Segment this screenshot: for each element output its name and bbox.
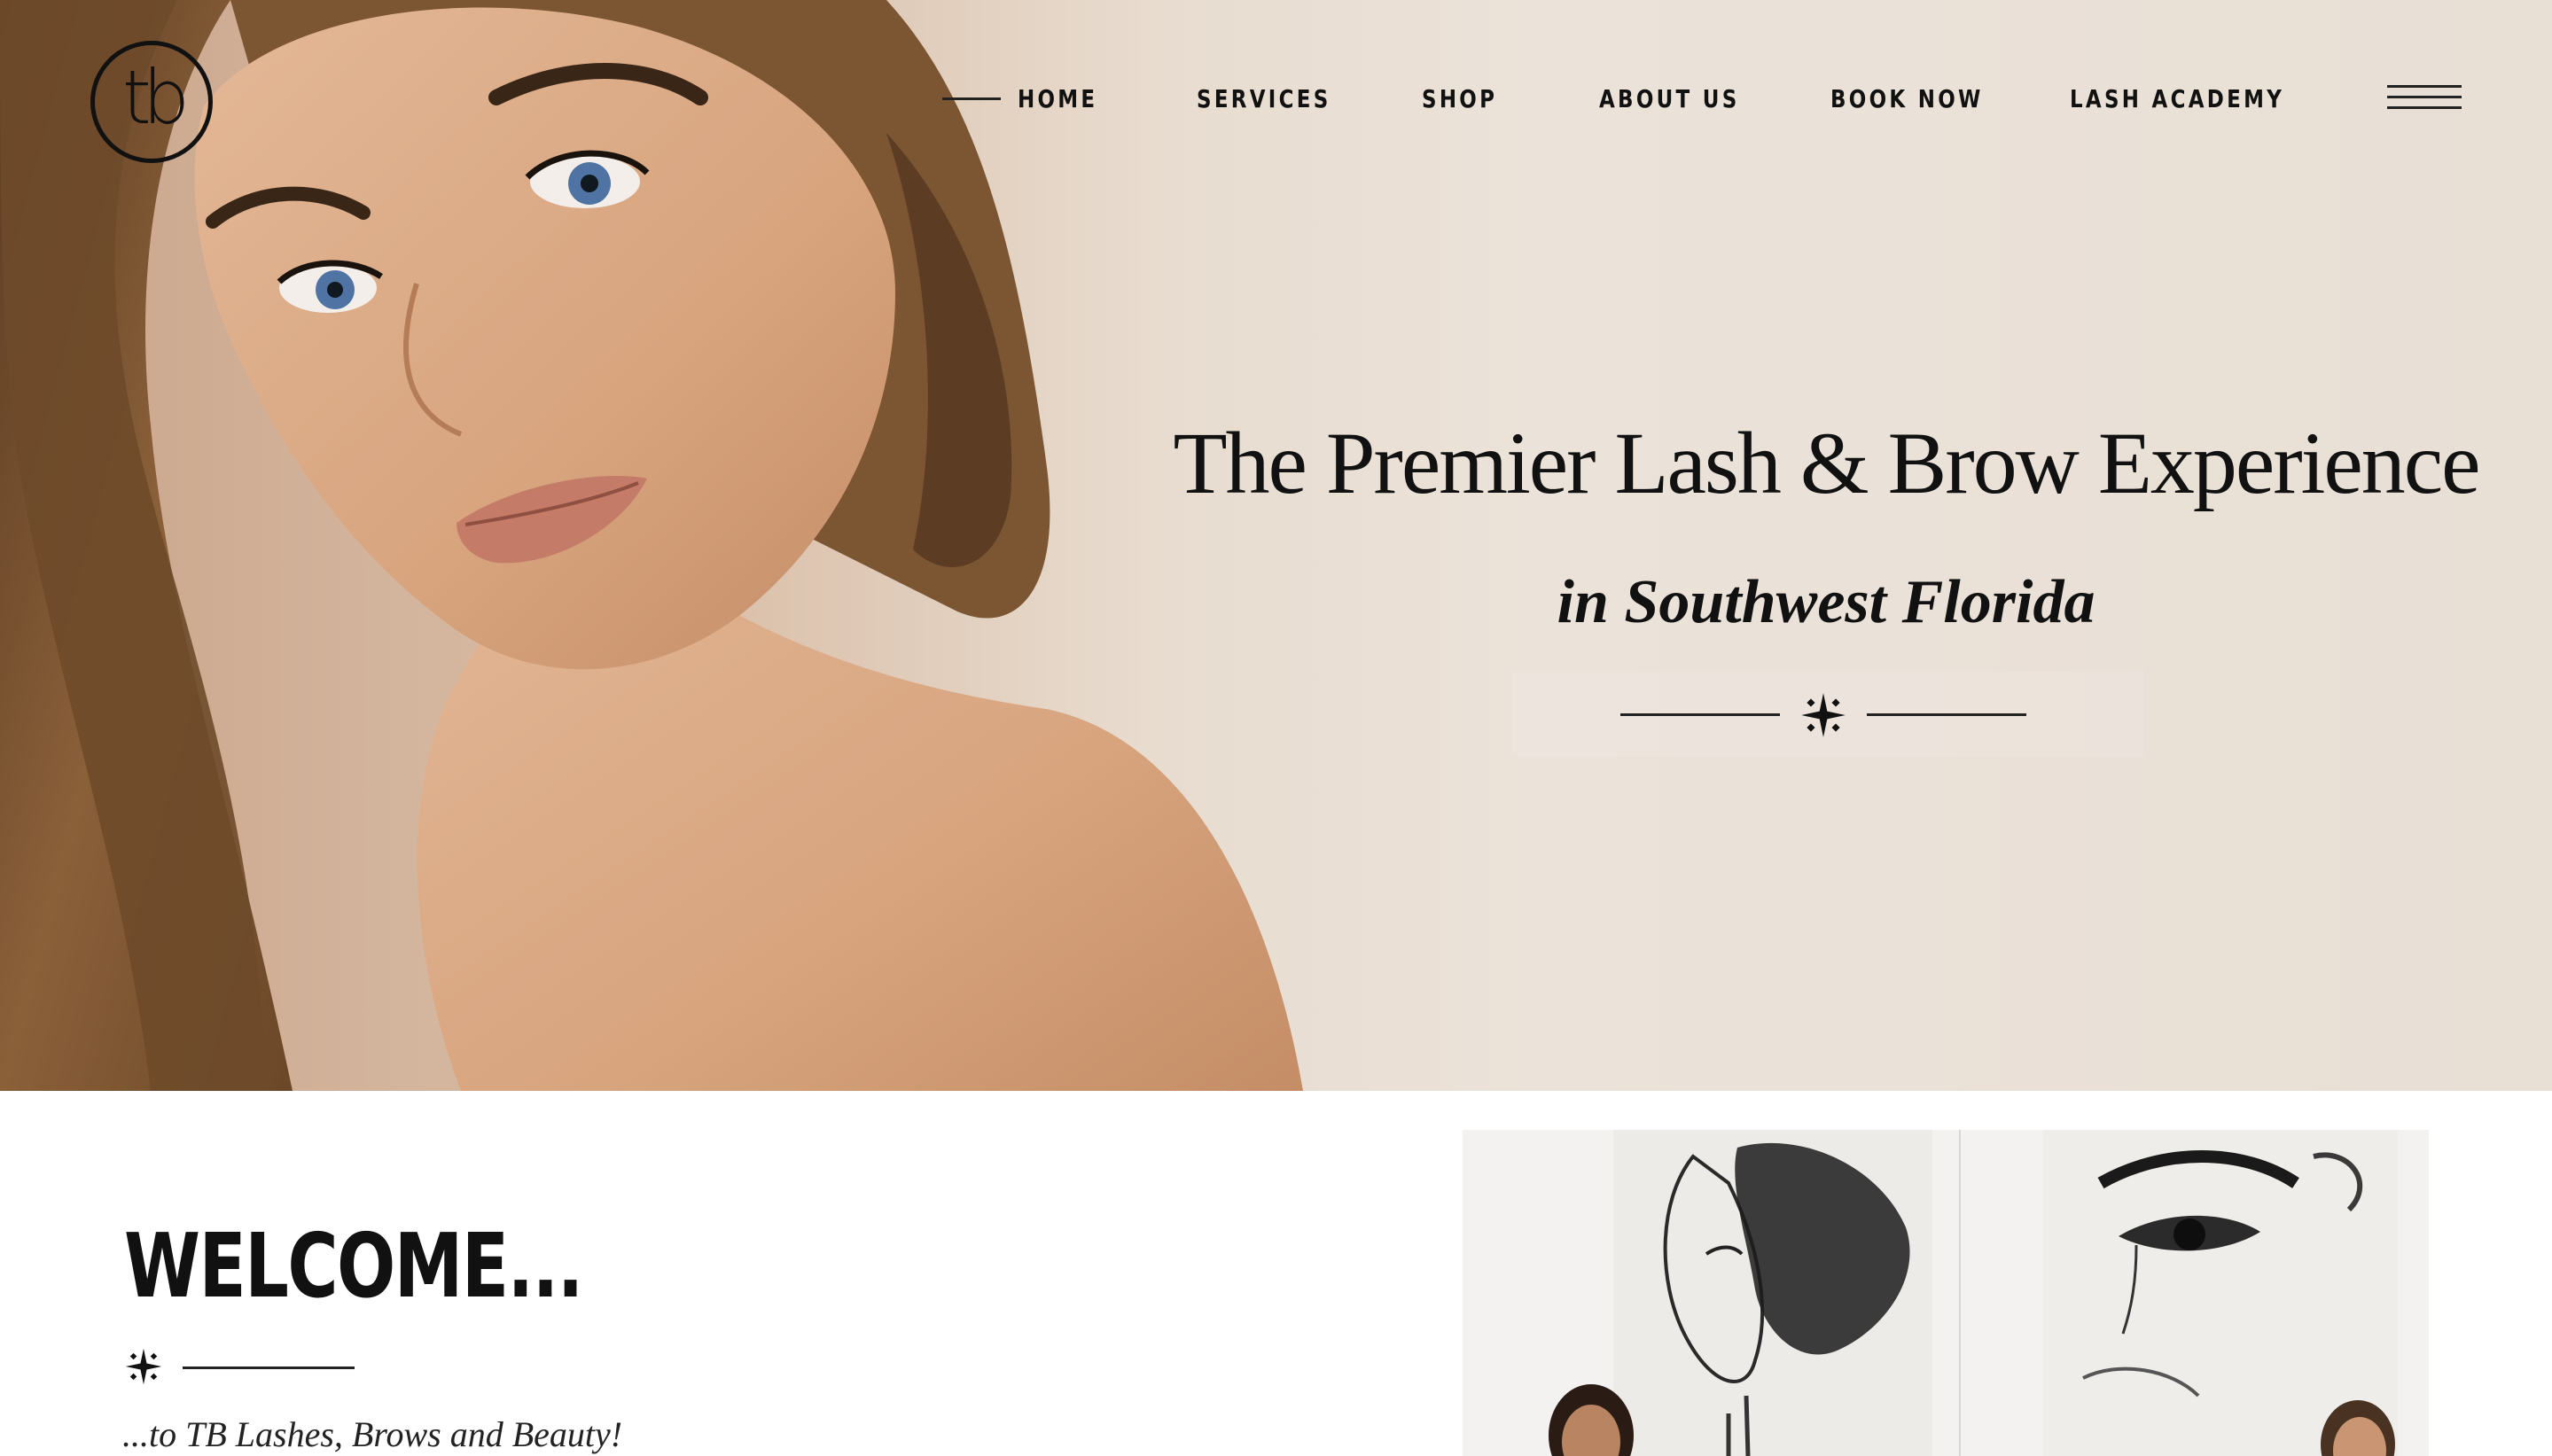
hero-model-photo [0,0,1303,1091]
welcome-title: WELCOME... [124,1214,583,1318]
hero-headline: The Premier Lash & Brow Experience [1173,414,2480,512]
nav-active-indicator [942,97,1001,100]
nav-item-shop[interactable]: SHOP [1422,82,1497,117]
main-navigation: HOME SERVICES SHOP ABOUT US BOOK NOW LAS… [0,82,2552,117]
hamburger-icon[interactable] [2387,85,2462,115]
welcome-subtitle: ...to TB Lashes, Brows and Beauty! [122,1414,623,1454]
hero-banner: tb HOME SERVICES SHOP ABOUT US BOOK NOW … [0,0,2552,1091]
nav-item-about-us[interactable]: ABOUT US [1599,82,1740,117]
welcome-divider [183,1366,355,1369]
nav-item-services[interactable]: SERVICES [1197,82,1331,117]
hero-divider-right [1867,713,2026,716]
salon-artwork-image [1463,1130,2429,1456]
sparkle-icon [1801,693,1846,737]
salon-team-photo [1463,1130,2429,1456]
nav-item-book-now[interactable]: BOOK NOW [1830,82,1984,117]
nav-item-lash-academy[interactable]: LASH ACADEMY [2070,82,2284,117]
hero-divider-left [1620,713,1780,716]
nav-item-home[interactable]: HOME [1018,82,1097,117]
hero-subhead: in Southwest Florida [1557,568,2095,636]
sparkle-icon [125,1348,162,1385]
